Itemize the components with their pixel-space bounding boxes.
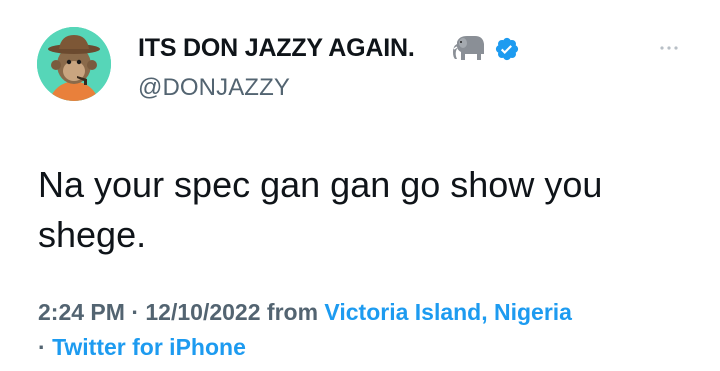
tweet-text: Na your spec gan gan go show you shege.	[38, 160, 678, 260]
tweet-date[interactable]: 12/10/2022	[145, 299, 260, 325]
from-label: from	[266, 299, 319, 325]
source-link[interactable]: Twitter for iPhone	[52, 334, 246, 360]
more-horizontal-icon[interactable]	[656, 40, 686, 50]
display-name[interactable]: ITS DON JAZZY AGAIN.	[138, 34, 415, 63]
tweet-text-line: Na your spec gan gan go show you	[38, 164, 603, 205]
handle[interactable]: @DONJAZZY	[138, 74, 290, 102]
tweet-metadata: 2:24 PM · 12/10/2022 from Victoria Islan…	[38, 295, 698, 365]
tweet-time[interactable]: 2:24 PM	[38, 299, 125, 325]
tweet-text-line: shege.	[38, 214, 147, 255]
ape-avatar-image	[37, 27, 111, 101]
elephant-icon	[451, 34, 489, 64]
location-link[interactable]: Victoria Island, Nigeria	[324, 299, 572, 325]
avatar[interactable]	[37, 27, 111, 101]
verified-icon	[494, 36, 520, 62]
separator: ·	[38, 334, 46, 360]
separator: ·	[131, 299, 139, 325]
